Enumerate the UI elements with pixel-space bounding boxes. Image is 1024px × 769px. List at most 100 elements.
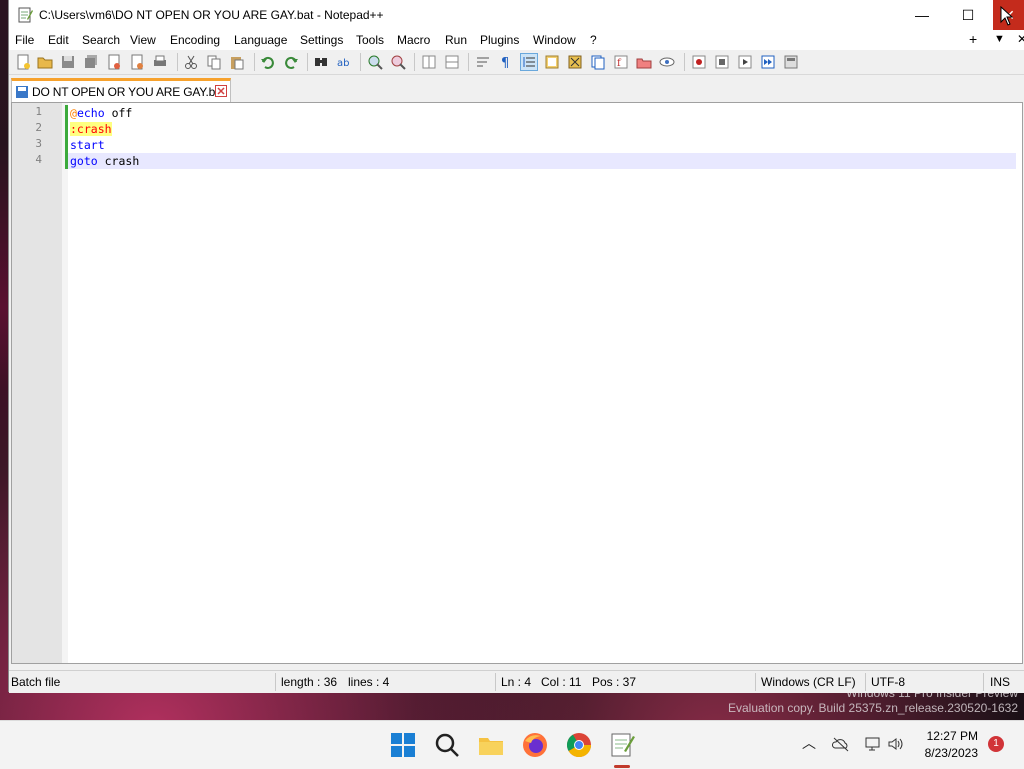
network-icon[interactable] — [864, 736, 882, 752]
copy-icon[interactable] — [206, 54, 222, 70]
status-separator — [983, 673, 984, 691]
toolbar-separator — [684, 53, 685, 71]
stop-macro-icon[interactable] — [714, 54, 730, 70]
firefox-icon[interactable] — [521, 731, 549, 759]
code-line-1[interactable]: @echo off — [70, 105, 132, 121]
menu-macro[interactable]: Macro — [397, 33, 430, 47]
print-icon[interactable] — [152, 54, 168, 70]
word-wrap-icon[interactable] — [475, 54, 491, 70]
volume-icon[interactable] — [887, 736, 905, 752]
tab-bar: DO NT OPEN OR YOU ARE GAY.bat — [9, 76, 1024, 102]
save-macro-icon[interactable] — [783, 54, 799, 70]
code-line-4[interactable]: goto crash — [70, 153, 139, 169]
search-icon[interactable] — [433, 731, 461, 759]
maximize-icon: ☐ — [961, 6, 975, 23]
menu-plugins[interactable]: Plugins — [480, 33, 519, 47]
status-line-number[interactable]: Ln : 4 — [501, 675, 531, 689]
indent-guide-icon[interactable] — [520, 53, 538, 71]
function-list-icon[interactable]: f — [613, 54, 629, 70]
status-insert-mode[interactable]: INS — [990, 675, 1010, 689]
record-macro-icon[interactable] — [691, 54, 707, 70]
zoom-out-icon[interactable] — [390, 54, 406, 70]
editor-area[interactable]: 1 2 3 4 @echo off :crash start goto cras… — [11, 102, 1023, 664]
fold-margin[interactable] — [62, 103, 68, 663]
monitoring-eye-icon[interactable] — [659, 54, 675, 70]
status-lines: lines : 4 — [348, 675, 390, 689]
status-separator — [495, 673, 496, 691]
status-encoding[interactable]: UTF-8 — [871, 675, 905, 689]
new-tab-plus-icon[interactable]: + — [969, 31, 977, 47]
notepadpp-taskbar-icon[interactable] — [608, 731, 636, 759]
code-keyword: goto — [70, 154, 98, 168]
tab-list-down-icon[interactable]: ▼ — [994, 33, 1005, 45]
undo-icon[interactable] — [260, 54, 276, 70]
code-at-sign: @ — [70, 106, 77, 120]
start-windows-icon[interactable] — [389, 731, 417, 759]
menu-run[interactable]: Run — [445, 33, 467, 47]
menu-window[interactable]: Window — [533, 33, 576, 47]
sync-vertical-icon[interactable] — [421, 54, 437, 70]
file-explorer-icon[interactable] — [477, 731, 505, 759]
menu-language[interactable]: Language — [234, 33, 287, 47]
onedrive-offline-icon[interactable] — [832, 736, 850, 752]
notification-badge[interactable]: 1 — [988, 736, 1004, 752]
open-file-icon[interactable] — [37, 54, 53, 70]
code-line-2[interactable]: :crash — [70, 121, 112, 137]
status-eol[interactable]: Windows (CR LF) — [761, 675, 856, 689]
tray-chevron-icon[interactable]: ︿ — [802, 733, 816, 753]
notepadpp-window: C:\Users\vm6\DO NT OPEN OR YOU ARE GAY.b… — [8, 0, 1024, 693]
status-column[interactable]: Col : 11 — [541, 675, 581, 689]
menu-help[interactable]: ? — [590, 33, 597, 47]
doc-map-icon[interactable] — [567, 54, 583, 70]
code-text: crash — [97, 154, 140, 168]
folder-workspace-icon[interactable] — [636, 54, 652, 70]
tab-active-document[interactable]: DO NT OPEN OR YOU ARE GAY.bat — [11, 78, 231, 102]
code-line-3[interactable]: start — [70, 137, 105, 153]
replace-icon[interactable]: ab — [336, 54, 352, 70]
minimize-icon: — — [915, 7, 929, 23]
status-position[interactable]: Pos : 37 — [592, 675, 636, 689]
cut-icon[interactable] — [183, 54, 199, 70]
chrome-icon[interactable] — [565, 731, 593, 759]
tab-close-icon[interactable] — [215, 85, 227, 97]
maximize-button[interactable]: ☐ — [945, 0, 991, 30]
save-all-icon[interactable] — [83, 54, 99, 70]
svg-text:¶: ¶ — [501, 56, 509, 70]
redo-icon[interactable] — [283, 54, 299, 70]
close-doc-icon[interactable]: ✕ — [1017, 32, 1024, 46]
line-number-gutter: 1 2 3 4 — [12, 103, 68, 663]
menu-view[interactable]: View — [130, 33, 156, 47]
menu-tools[interactable]: Tools — [356, 33, 384, 47]
sync-horizontal-icon[interactable] — [444, 54, 460, 70]
toolbar: ab ¶ f — [9, 50, 1024, 75]
close-file-icon[interactable] — [106, 54, 122, 70]
code-keyword: echo — [76, 106, 105, 120]
zoom-in-icon[interactable] — [367, 54, 383, 70]
status-bar: Batch file length : 36 lines : 4 Ln : 4 … — [9, 670, 1024, 693]
menu-encoding[interactable]: Encoding — [170, 33, 220, 47]
new-file-icon[interactable] — [15, 54, 31, 70]
show-all-chars-icon[interactable]: ¶ — [498, 54, 514, 70]
toolbar-separator — [468, 53, 469, 71]
save-icon[interactable] — [60, 54, 76, 70]
menu-file[interactable]: File — [15, 33, 34, 47]
menu-settings[interactable]: Settings — [300, 33, 343, 47]
paste-icon[interactable] — [229, 54, 245, 70]
tab-label: DO NT OPEN OR YOU ARE GAY.bat — [32, 85, 225, 99]
watermark-line2: Evaluation copy. Build 25375.zn_release.… — [728, 701, 1018, 715]
close-all-icon[interactable] — [129, 54, 145, 70]
doc-list-icon[interactable] — [590, 54, 606, 70]
clock-time[interactable]: 12:27 PM — [918, 729, 978, 743]
title-bar[interactable]: C:\Users\vm6\DO NT OPEN OR YOU ARE GAY.b… — [9, 0, 1024, 30]
run-macro-multiple-icon[interactable] — [760, 54, 776, 70]
find-icon[interactable] — [313, 54, 329, 70]
clock-date[interactable]: 8/23/2023 — [910, 746, 978, 760]
udl-icon[interactable] — [544, 54, 560, 70]
status-file-type: Batch file — [11, 675, 61, 689]
menu-search[interactable]: Search — [82, 33, 120, 47]
minimize-button[interactable]: — — [899, 0, 945, 30]
taskbar: ︿ 12:27 PM 8/23/2023 1 — [0, 720, 1024, 769]
menu-edit[interactable]: Edit — [48, 33, 69, 47]
play-macro-icon[interactable] — [737, 54, 753, 70]
status-separator — [755, 673, 756, 691]
